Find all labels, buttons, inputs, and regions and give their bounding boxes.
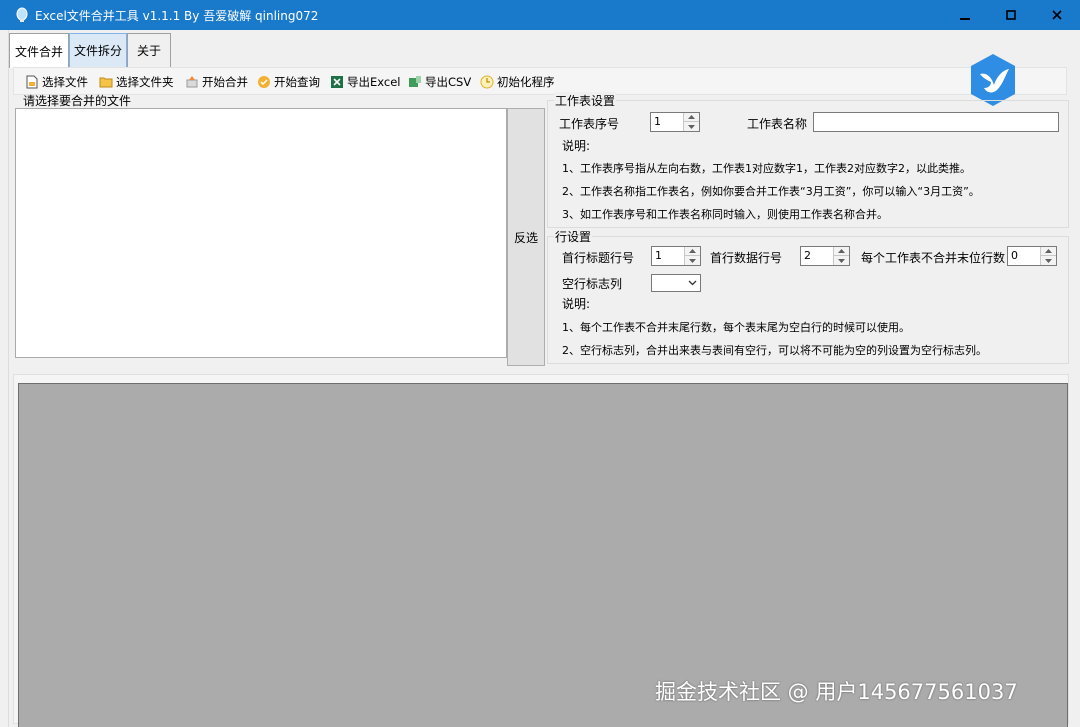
select-file-label: 选择文件 bbox=[42, 75, 88, 89]
sheet-index-spinner[interactable]: 1 bbox=[650, 112, 700, 132]
start-query-label: 开始查询 bbox=[274, 75, 320, 89]
sheet-note-3: 3、如工作表序号和工作表名称同时输入，则使用工作表名称合并。 bbox=[562, 208, 888, 221]
folder-icon bbox=[99, 77, 113, 88]
csv-icon bbox=[409, 76, 421, 87]
spin-up-icon[interactable] bbox=[1041, 247, 1056, 256]
title-bar: Excel文件合并工具 v1.1.1 By 吾爱破解 qinling072 bbox=[0, 0, 1080, 30]
sheet-name-input[interactable] bbox=[813, 112, 1059, 132]
minimize-button[interactable] bbox=[942, 0, 988, 30]
tab-about[interactable]: 关于 bbox=[127, 33, 171, 67]
client-area: 文件合并 文件拆分 关于 选择文件 选择文件夹 开始合并 开始查询 导出Exce… bbox=[8, 30, 1072, 727]
close-button[interactable] bbox=[1034, 0, 1080, 30]
row-settings-group: 行设置 首行标题行号 1 首行数据行号 2 每个工作表不合并末位行数 0 空行标 bbox=[547, 228, 1069, 364]
chevron-down-icon bbox=[688, 280, 697, 286]
app-icon bbox=[16, 7, 28, 22]
sheet-name-label: 工作表名称 bbox=[747, 117, 808, 131]
invert-selection-button[interactable]: 反选 bbox=[507, 108, 545, 366]
skip-tail-spinner[interactable]: 0 bbox=[1007, 246, 1057, 266]
spin-down-icon[interactable] bbox=[684, 122, 699, 131]
data-row-spinner[interactable]: 2 bbox=[800, 246, 850, 266]
select-file-button[interactable]: 选择文件 bbox=[25, 74, 88, 90]
clock-icon bbox=[480, 75, 494, 89]
files-list[interactable] bbox=[15, 108, 507, 358]
result-panel bbox=[13, 374, 1069, 727]
init-program-button[interactable]: 初始化程序 bbox=[480, 74, 555, 90]
minimize-icon bbox=[960, 18, 970, 20]
export-excel-label: 导出Excel bbox=[347, 75, 401, 89]
restore-icon bbox=[1006, 10, 1016, 20]
sheet-settings-legend: 工作表设置 bbox=[554, 92, 617, 109]
skip-tail-value: 0 bbox=[1011, 249, 1018, 262]
files-label: 请选择要合并的文件 bbox=[23, 94, 132, 108]
select-folder-button[interactable]: 选择文件夹 bbox=[99, 74, 174, 90]
row-note-2: 2、空行标志列，合并出来表与表间有空行，可以将不可能为空的列设置为空行标志列。 bbox=[562, 344, 987, 357]
tab-file-merge[interactable]: 文件合并 bbox=[9, 33, 69, 68]
maximize-button[interactable] bbox=[988, 0, 1034, 30]
spin-down-icon[interactable] bbox=[685, 256, 700, 265]
header-row-value: 1 bbox=[655, 249, 662, 262]
empty-col-select[interactable] bbox=[651, 274, 701, 292]
export-excel-button[interactable]: 导出Excel bbox=[330, 74, 400, 90]
skip-tail-label: 每个工作表不合并末位行数 bbox=[861, 251, 1006, 265]
row-settings-legend: 行设置 bbox=[554, 228, 593, 245]
file-icon bbox=[26, 75, 38, 89]
data-row-value: 2 bbox=[804, 249, 811, 262]
excel-icon bbox=[331, 76, 343, 88]
tab-file-split[interactable]: 文件拆分 bbox=[69, 33, 127, 67]
export-csv-button[interactable]: 导出CSV bbox=[408, 74, 471, 90]
sheet-index-label: 工作表序号 bbox=[559, 117, 620, 131]
sheet-note-1: 1、工作表序号指从左向右数，工作表1对应数字1，工作表2对应数字2，以此类推。 bbox=[562, 162, 971, 175]
sheet-notes-title: 说明: bbox=[562, 139, 591, 153]
spin-up-icon[interactable] bbox=[684, 113, 699, 122]
start-merge-button[interactable]: 开始合并 bbox=[185, 74, 248, 90]
start-query-button[interactable]: 开始查询 bbox=[257, 74, 320, 90]
start-merge-label: 开始合并 bbox=[202, 75, 248, 89]
sheet-settings-group: 工作表设置 工作表序号 1 工作表名称 说明: 1、工作表序号指从左向右数，工作… bbox=[547, 92, 1069, 228]
spin-down-icon[interactable] bbox=[1041, 256, 1056, 265]
sheet-note-2: 2、工作表名称指工作表名，例如你要合并工作表“3月工资”，你可以输入“3月工资”… bbox=[562, 185, 980, 198]
close-icon bbox=[1052, 10, 1062, 20]
header-row-spinner[interactable]: 1 bbox=[651, 246, 701, 266]
spin-up-icon[interactable] bbox=[834, 247, 849, 256]
spin-up-icon[interactable] bbox=[685, 247, 700, 256]
row-note-1: 1、每个工作表不合并末尾行数，每个表末尾为空白行的时候可以使用。 bbox=[562, 321, 910, 334]
window-title: Excel文件合并工具 v1.1.1 By 吾爱破解 qinling072 bbox=[35, 9, 319, 23]
watermark-text: 掘金技术社区 @ 用户145677561037 bbox=[655, 680, 1018, 704]
data-row-label: 首行数据行号 bbox=[710, 251, 783, 265]
init-program-label: 初始化程序 bbox=[497, 75, 555, 89]
row-notes-title: 说明: bbox=[562, 297, 591, 311]
export-csv-label: 导出CSV bbox=[425, 75, 472, 89]
query-icon bbox=[258, 76, 270, 88]
merge-icon bbox=[186, 76, 198, 88]
toolbar: 选择文件 选择文件夹 开始合并 开始查询 导出Excel 导出CSV 初始化程序 bbox=[13, 67, 1067, 95]
select-folder-label: 选择文件夹 bbox=[116, 75, 174, 89]
spin-down-icon[interactable] bbox=[834, 256, 849, 265]
sheet-index-value: 1 bbox=[654, 115, 661, 128]
empty-col-label: 空行标志列 bbox=[562, 277, 623, 291]
header-row-label: 首行标题行号 bbox=[562, 251, 635, 265]
